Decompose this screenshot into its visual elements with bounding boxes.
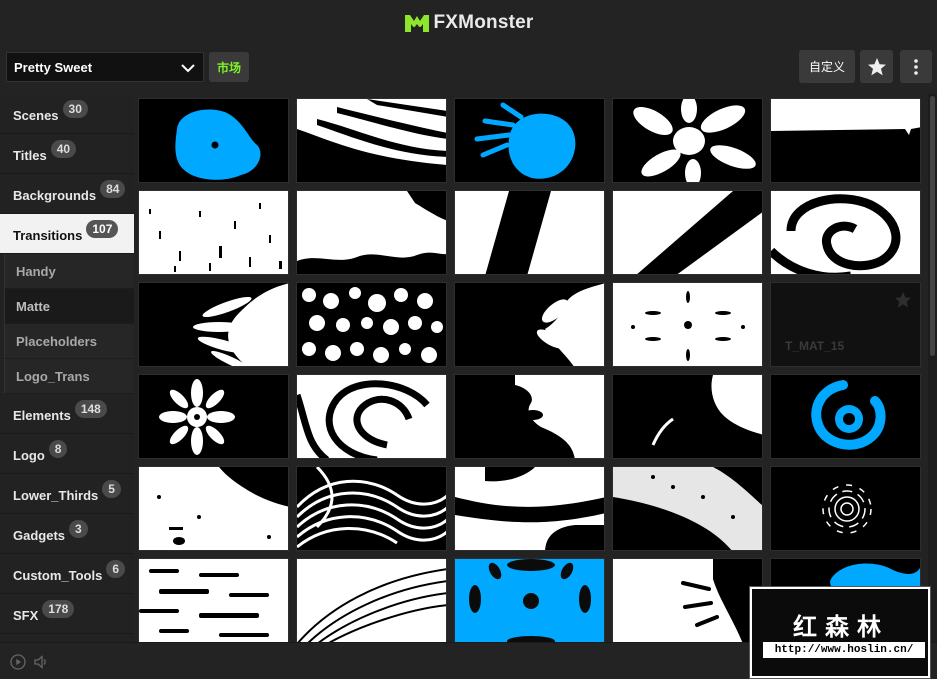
preset-thumbnail[interactable] xyxy=(612,98,763,183)
preset-thumbnail[interactable] xyxy=(454,374,605,459)
category-logo[interactable]: Logo 8 xyxy=(0,434,134,474)
pack-select[interactable]: Pretty Sweet xyxy=(6,52,204,82)
preset-grid: T_MAT_15 xyxy=(138,98,937,642)
toolbar: Pretty Sweet 市场 自定义 xyxy=(0,45,937,91)
subcategory-placeholders[interactable]: Placeholders xyxy=(4,324,134,359)
category-elements[interactable]: Elements 148 xyxy=(0,394,134,434)
watermark-title: 红森林 xyxy=(793,614,889,641)
more-vertical-icon xyxy=(914,58,918,75)
category-count-badge: 84 xyxy=(100,179,126,198)
preset-thumbnail[interactable] xyxy=(612,466,763,551)
preset-thumbnail[interactable] xyxy=(612,282,763,367)
category-label: Transitions xyxy=(13,228,83,243)
category-label: Elements xyxy=(13,408,71,423)
preset-thumbnail[interactable] xyxy=(454,466,605,551)
preset-thumbnail[interactable] xyxy=(612,558,763,642)
preset-thumbnail[interactable] xyxy=(138,98,289,183)
category-label: SFX xyxy=(13,608,39,623)
preset-thumbnail[interactable] xyxy=(612,374,763,459)
category-count-badge: 40 xyxy=(50,139,77,158)
preset-thumbnail[interactable] xyxy=(296,98,447,183)
more-button[interactable] xyxy=(900,50,932,83)
preset-thumbnail[interactable] xyxy=(296,466,447,551)
fxmonster-panel: FXMonster Pretty Sweet 市场 自定义 Scenes 30 T… xyxy=(0,0,937,679)
preset-thumbnail[interactable] xyxy=(770,190,921,275)
category-count-badge: 107 xyxy=(86,219,119,238)
category-custom-tools[interactable]: Custom_Tools 6 xyxy=(0,554,134,594)
preset-thumbnail[interactable] xyxy=(296,374,447,459)
volume-icon[interactable] xyxy=(33,654,49,670)
grid-scrollbar[interactable] xyxy=(928,94,937,642)
preset-name-label: T_MAT_15 xyxy=(785,339,845,353)
category-lower-thirds[interactable]: Lower_Thirds 5 xyxy=(0,474,134,514)
subcategory-logo-trans[interactable]: Logo_Trans xyxy=(4,359,134,394)
star-icon xyxy=(867,57,886,75)
app-logo: FXMonster xyxy=(404,12,534,34)
scrollbar-thumb[interactable] xyxy=(930,96,935,356)
preset-thumbnail[interactable] xyxy=(770,374,921,459)
preset-thumbnail[interactable] xyxy=(770,466,921,551)
preset-thumbnail[interactable] xyxy=(770,98,921,183)
preset-thumbnail[interactable] xyxy=(296,558,447,642)
category-count-badge: 178 xyxy=(42,599,75,618)
category-sidebar: Scenes 30 Titles 40 Backgrounds 84 Transiti… xyxy=(0,94,134,642)
preset-thumbnail[interactable] xyxy=(138,466,289,551)
category-label: Gadgets xyxy=(13,528,66,543)
watermark: 红森林 http://www.hoslin.cn/ xyxy=(749,586,931,679)
category-gadgets[interactable]: Gadgets 3 xyxy=(0,514,134,554)
preset-thumbnail[interactable] xyxy=(138,374,289,459)
app-name: FXMonster xyxy=(433,11,534,33)
category-label: Backgrounds xyxy=(13,188,97,203)
subcategory-matte[interactable]: Matte xyxy=(4,289,134,324)
preset-thumbnail[interactable] xyxy=(138,558,289,642)
preset-thumbnail[interactable] xyxy=(296,282,447,367)
category-count-badge: 3 xyxy=(69,519,88,538)
star-icon[interactable] xyxy=(894,291,912,309)
category-titles[interactable]: Titles 40 xyxy=(0,134,134,174)
watermark-url: http://www.hoslin.cn/ xyxy=(763,642,925,658)
preset-thumbnail[interactable] xyxy=(612,190,763,275)
chevron-down-icon xyxy=(181,64,195,73)
market-button[interactable]: 市场 xyxy=(209,52,249,82)
category-count-badge: 8 xyxy=(48,439,68,458)
favorite-button[interactable] xyxy=(860,50,893,83)
subcategory-handy[interactable]: Handy xyxy=(4,254,134,289)
preset-thumbnail[interactable] xyxy=(454,558,605,642)
category-backgrounds[interactable]: Backgrounds 84 xyxy=(0,174,134,214)
preset-thumbnail[interactable] xyxy=(454,98,605,183)
preset-thumbnail-hovered[interactable]: T_MAT_15 xyxy=(770,282,921,367)
preset-thumbnail[interactable] xyxy=(296,190,447,275)
category-label: Logo xyxy=(13,448,45,463)
preset-thumbnail[interactable] xyxy=(138,282,289,367)
custom-button[interactable]: 自定义 xyxy=(799,50,855,83)
category-sfx[interactable]: SFX 178 xyxy=(0,594,134,634)
play-circle-icon[interactable] xyxy=(10,654,26,670)
preset-thumbnail[interactable] xyxy=(454,282,605,367)
pack-select-value: Pretty Sweet xyxy=(14,59,93,75)
category-transitions[interactable]: Transitions 107 xyxy=(0,214,134,254)
category-label: Custom_Tools xyxy=(13,568,103,583)
category-count-badge: 5 xyxy=(102,479,121,498)
category-scenes[interactable]: Scenes 30 xyxy=(0,94,134,134)
fx-monster-logo-icon xyxy=(404,14,429,32)
preset-thumbnail[interactable] xyxy=(138,190,289,275)
category-label: Titles xyxy=(13,148,47,163)
category-label: Scenes xyxy=(13,108,59,123)
category-count-badge: 6 xyxy=(106,559,126,578)
preset-thumbnail[interactable] xyxy=(454,190,605,275)
category-count-badge: 30 xyxy=(62,99,88,118)
category-label: Lower_Thirds xyxy=(13,488,99,503)
app-header: FXMonster xyxy=(0,0,937,45)
category-count-badge: 148 xyxy=(74,399,107,418)
